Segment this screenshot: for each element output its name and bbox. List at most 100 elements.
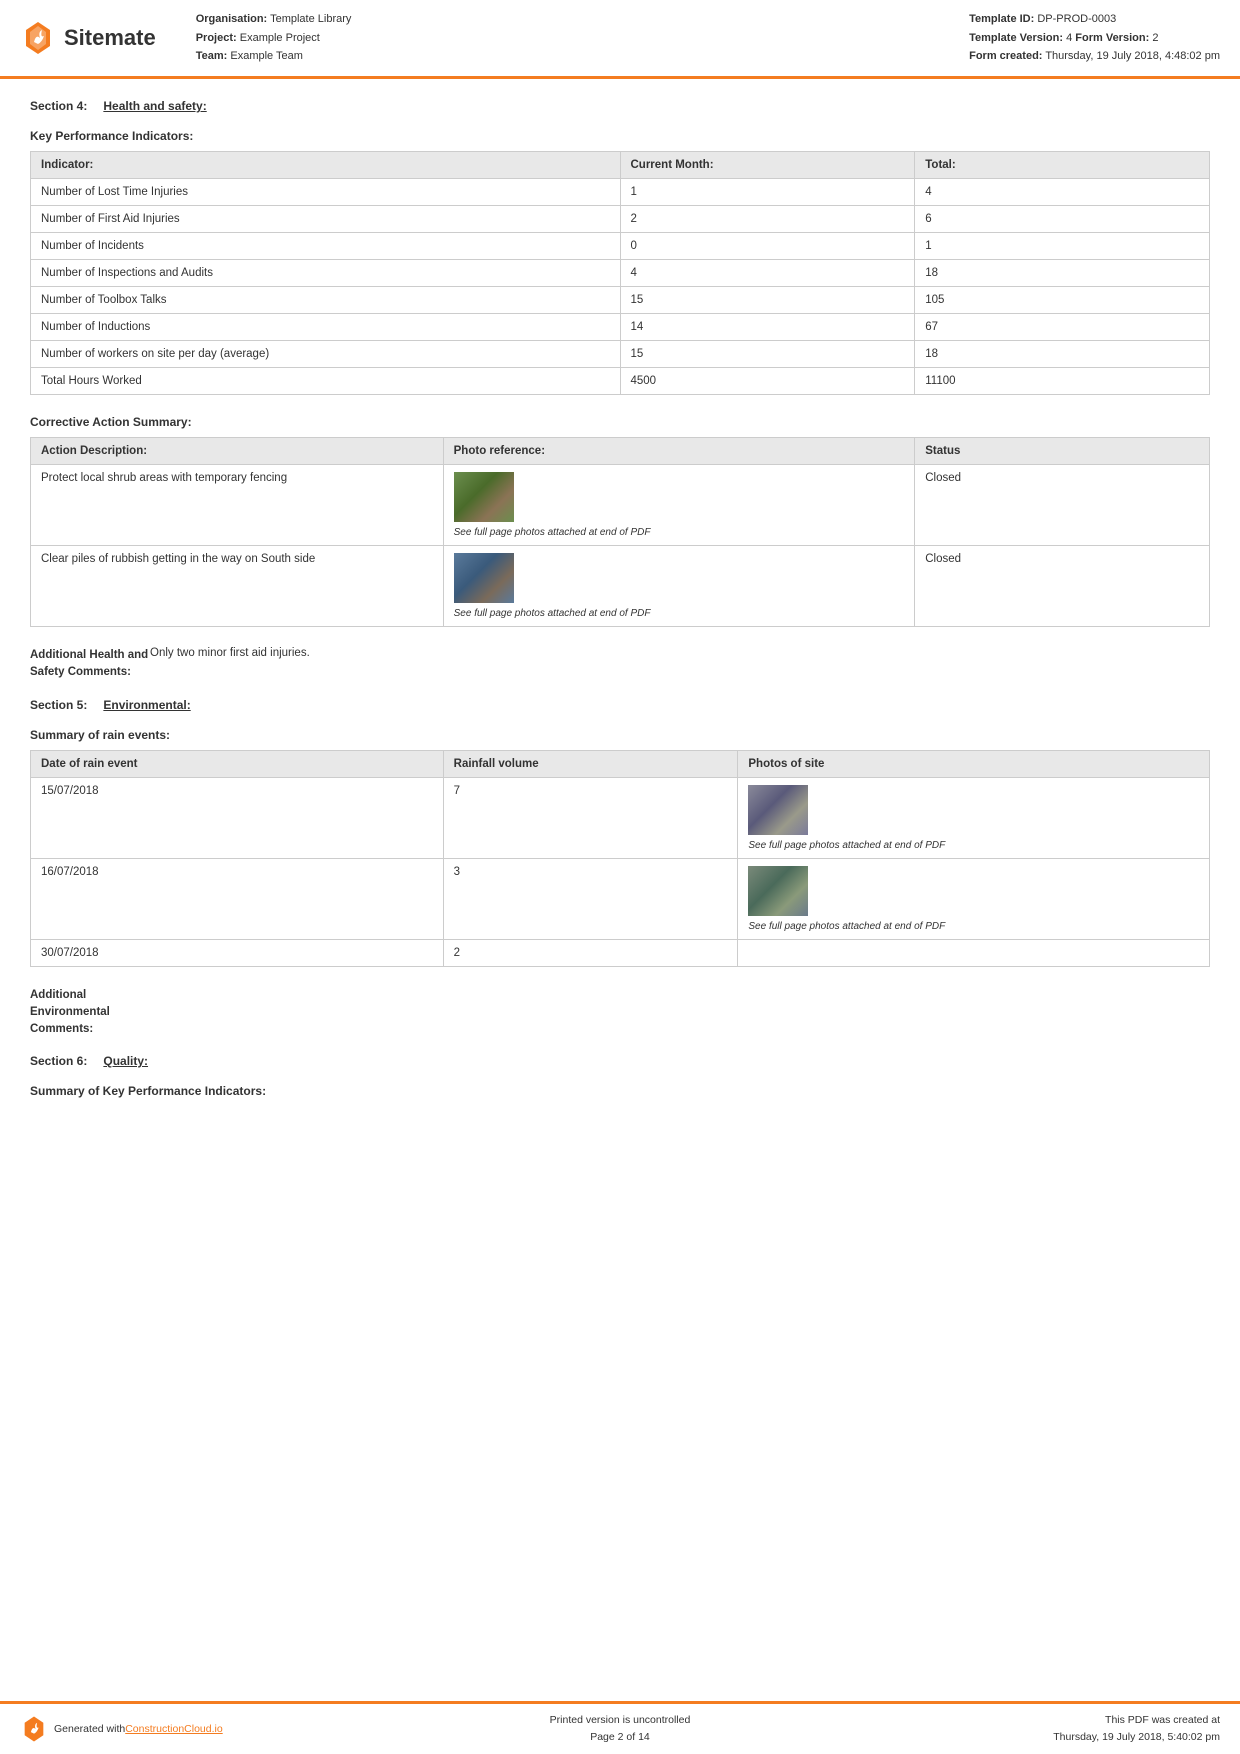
rain-row3-photo [738,939,1210,966]
ca-row1-photo: See full page photos attached at end of … [443,465,915,546]
table-row: 30/07/2018 2 [31,939,1210,966]
table-row: Number of Inductions 14 67 [31,314,1210,341]
kpi-row-current: 4 [620,260,915,287]
table-row: Number of First Aid Injuries 2 6 [31,206,1210,233]
rain-row2-photo-caption: See full page photos attached at end of … [748,921,945,932]
team-label: Team: [196,50,228,62]
org-label: Organisation: [196,13,268,25]
footer-pdf-created-text: This PDF was created at [824,1712,1220,1729]
template-id-label: Template ID: [969,13,1034,25]
footer-right: This PDF was created at Thursday, 19 Jul… [824,1712,1220,1746]
table-row: Total Hours Worked 4500 11100 [31,368,1210,395]
kpi-row-indicator: Number of Inspections and Audits [31,260,621,287]
rain-row3-volume: 2 [443,939,738,966]
health-comments-block: Additional Health and Safety Comments: O… [30,647,1210,682]
kpi-row-indicator: Number of Incidents [31,233,621,260]
rain-row1-photo: See full page photos attached at end of … [738,777,1210,858]
quality-kpi-heading: Summary of Key Performance Indicators: [30,1084,1210,1098]
rain-row1-photo-caption: See full page photos attached at end of … [748,840,945,851]
kpi-row-total: 18 [915,260,1210,287]
footer-generated-text: Generated with [54,1723,125,1735]
ca-row2-photo-caption: See full page photos attached at end of … [454,608,651,619]
kpi-row-total: 4 [915,179,1210,206]
env-comments-value [150,987,1210,1039]
kpi-col-indicator: Indicator: [31,152,621,179]
ca-row2-status: Closed [915,546,1210,627]
rain-heading: Summary of rain events: [30,728,1210,742]
table-row: Number of Inspections and Audits 4 18 [31,260,1210,287]
table-row: 15/07/2018 7 See full page photos attach… [31,777,1210,858]
kpi-row-total: 18 [915,341,1210,368]
kpi-table: Indicator: Current Month: Total: Number … [30,151,1210,395]
kpi-row-indicator: Number of Toolbox Talks [31,287,621,314]
kpi-col-total: Total: [915,152,1210,179]
kpi-row-current: 14 [620,314,915,341]
form-created-label: Form created: [969,50,1042,62]
kpi-row-current: 1 [620,179,915,206]
footer-page: Page 2 of 14 [416,1729,824,1746]
rain-row1-volume: 7 [443,777,738,858]
photo-rubbish-image [454,553,514,603]
template-version-value: 4 [1066,32,1072,44]
health-comments-value: Only two minor first aid injuries. [150,647,1210,682]
kpi-row-current: 4500 [620,368,915,395]
form-version-label: Form Version: [1075,32,1149,44]
project-label: Project: [196,32,237,44]
rain-row2-volume: 3 [443,858,738,939]
footer-pdf-created-date: Thursday, 19 July 2018, 5:40:02 pm [824,1729,1220,1746]
health-comments-label: Additional Health and Safety Comments: [30,647,150,682]
footer-link[interactable]: ConstructionCloud.io [125,1723,222,1735]
section5-label: Section 5: [30,698,87,712]
template-id-value: DP-PROD-0003 [1037,13,1116,25]
ca-row1-description: Protect local shrub areas with temporary… [31,465,444,546]
org-value: Template Library [270,13,351,25]
ca-heading: Corrective Action Summary: [30,415,1210,429]
form-version-value: 2 [1152,32,1158,44]
rain-row3-date: 30/07/2018 [31,939,444,966]
header-meta-right: Template ID: DP-PROD-0003 Template Versi… [969,10,1220,66]
kpi-row-current: 0 [620,233,915,260]
kpi-row-total: 11100 [915,368,1210,395]
page-footer: Generated with ConstructionCloud.io Prin… [0,1701,1240,1754]
header-meta-left: Organisation: Template Library Project: … [196,10,352,66]
table-row: Number of workers on site per day (avera… [31,341,1210,368]
ca-col-description: Action Description: [31,438,444,465]
table-row: Number of Lost Time Injuries 1 4 [31,179,1210,206]
ca-row1-photo-caption: See full page photos attached at end of … [454,527,651,538]
footer-uncontrolled: Printed version is uncontrolled [416,1712,824,1729]
rain-col-date: Date of rain event [31,750,444,777]
table-row: Number of Toolbox Talks 15 105 [31,287,1210,314]
main-content: Section 4: Health and safety: Key Perfor… [0,79,1240,1206]
section5-heading: Section 5: Environmental: [30,698,1210,712]
kpi-row-indicator: Number of First Aid Injuries [31,206,621,233]
rain-row1-date: 15/07/2018 [31,777,444,858]
rain-col-volume: Rainfall volume [443,750,738,777]
section4-label: Section 4: [30,99,87,113]
table-row: Number of Incidents 0 1 [31,233,1210,260]
sitemate-logo-icon [20,20,56,56]
table-row: 16/07/2018 3 See full page photos attach… [31,858,1210,939]
rain-table: Date of rain event Rainfall volume Photo… [30,750,1210,967]
footer-left: Generated with ConstructionCloud.io [20,1715,416,1743]
ca-row2-description: Clear piles of rubbish getting in the wa… [31,546,444,627]
section6-label: Section 6: [30,1054,87,1068]
photo-rain2-image [748,866,808,916]
photo-bush-image [454,472,514,522]
section6-heading: Section 6: Quality: [30,1054,1210,1068]
rain-row2-date: 16/07/2018 [31,858,444,939]
env-comments-block: Additional Environmental Comments: [30,987,1210,1039]
kpi-row-indicator: Number of Lost Time Injuries [31,179,621,206]
photo-rain1-image [748,785,808,835]
section6-title: Quality: [103,1054,148,1068]
kpi-row-current: 15 [620,287,915,314]
kpi-row-total: 105 [915,287,1210,314]
ca-table: Action Description: Photo reference: Sta… [30,437,1210,627]
ca-row1-status: Closed [915,465,1210,546]
section5-title: Environmental: [103,698,190,712]
form-created-value: Thursday, 19 July 2018, 4:48:02 pm [1045,50,1220,62]
rain-col-photos: Photos of site [738,750,1210,777]
env-comments-label: Additional Environmental Comments: [30,987,150,1039]
kpi-heading: Key Performance Indicators: [30,129,1210,143]
header-meta: Organisation: Template Library Project: … [196,10,1220,66]
kpi-row-indicator: Number of Inductions [31,314,621,341]
